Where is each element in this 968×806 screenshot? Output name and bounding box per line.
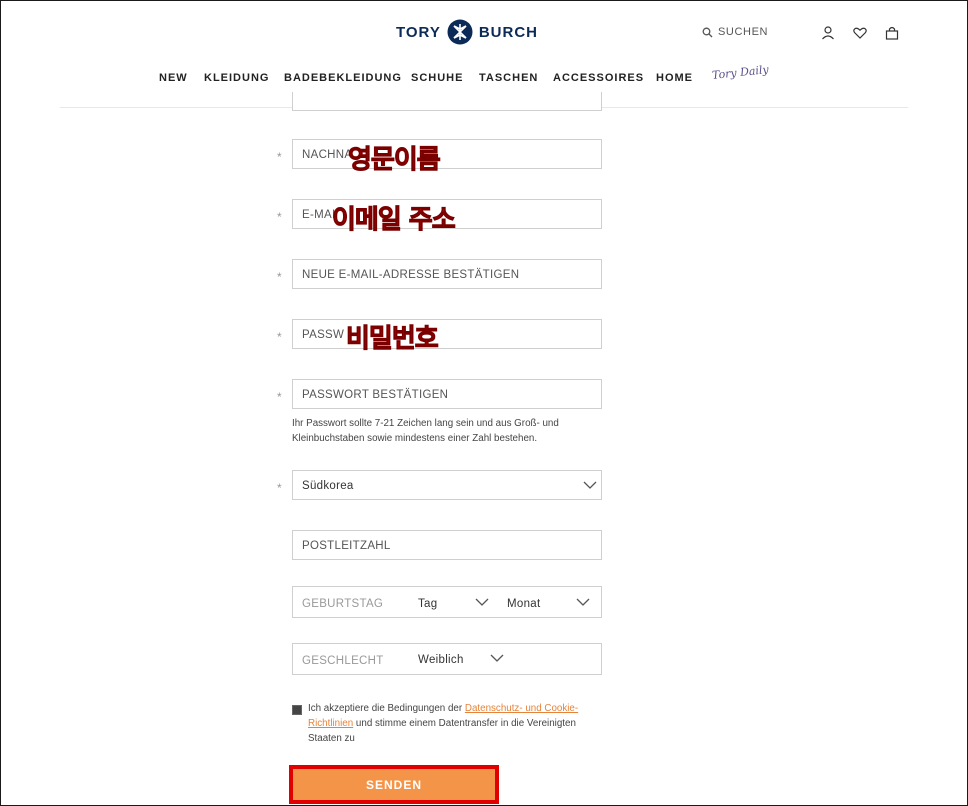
nav-item-home[interactable]: HOME xyxy=(656,72,693,84)
bag-icon[interactable] xyxy=(884,25,900,41)
lastname-field[interactable]: NACHNA xyxy=(292,139,602,169)
account-icon[interactable] xyxy=(820,25,836,41)
consent-text: Ich akzeptiere die Bedingungen der Daten… xyxy=(308,701,598,746)
chevron-down-icon xyxy=(490,654,504,662)
password-field[interactable]: PASSW xyxy=(292,319,602,349)
birthday-month-select[interactable]: Monat xyxy=(507,598,540,610)
chevron-down-icon xyxy=(576,598,590,606)
required-mark: * xyxy=(277,330,282,344)
firstname-field[interactable] xyxy=(292,92,602,111)
email-annotation: 이메일 주소 xyxy=(332,205,457,236)
consent-checkbox[interactable] xyxy=(292,705,302,715)
birthday-label: GEBURTSTAG xyxy=(302,598,384,610)
consent-text-before: Ich akzeptiere die Bedingungen der xyxy=(308,703,465,714)
country-value: Südkorea xyxy=(302,480,354,492)
lastname-annotation: 영문이름 xyxy=(348,145,442,176)
birthday-day-select[interactable]: Tag xyxy=(418,598,437,610)
nav-item-kleidung[interactable]: KLEIDUNG xyxy=(204,72,269,84)
gender-label: GESCHLECHT xyxy=(302,655,384,667)
password-annotation: 비밀번호 xyxy=(346,324,440,355)
brand-logo[interactable]: TORY BURCH xyxy=(396,18,538,46)
password-placeholder: PASSW xyxy=(302,329,345,341)
nav-item-accessoires[interactable]: ACCESSOIRES xyxy=(553,72,644,84)
nav-item-new[interactable]: NEW xyxy=(159,72,188,84)
password-confirm-placeholder: PASSWORT BESTÄTIGEN xyxy=(302,389,449,401)
chevron-down-icon xyxy=(583,481,597,489)
required-mark: * xyxy=(277,481,282,495)
search-button[interactable]: SUCHEN xyxy=(702,26,768,38)
required-mark: * xyxy=(277,390,282,404)
email-confirm-placeholder: NEUE E-MAIL-ADRESSE BESTÄTIGEN xyxy=(302,269,520,281)
main-nav: NEW KLEIDUNG BADEBEKLEIDUNG SCHUHE TASCH… xyxy=(0,72,968,88)
nav-item-schuhe[interactable]: SCHUHE xyxy=(411,72,463,84)
nav-item-taschen[interactable]: TASCHEN xyxy=(479,72,538,84)
brand-name-left: TORY xyxy=(396,23,441,41)
postcode-field[interactable]: POSTLEITZAHL xyxy=(292,530,602,560)
brand-name-right: BURCH xyxy=(478,23,539,41)
search-icon xyxy=(702,27,713,37)
required-mark: * xyxy=(277,270,282,284)
flag-icon[interactable] xyxy=(788,28,804,39)
email-confirm-field[interactable]: NEUE E-MAIL-ADRESSE BESTÄTIGEN xyxy=(292,259,602,289)
gender-select[interactable]: Weiblich xyxy=(418,654,464,666)
chevron-down-icon xyxy=(475,598,489,606)
wishlist-icon[interactable] xyxy=(852,25,868,41)
nav-item-badebekleidung[interactable]: BADEBEKLEIDUNG xyxy=(284,72,402,84)
highlight-box xyxy=(289,765,499,804)
email-placeholder: E-MAI xyxy=(302,209,336,221)
password-hint: Ihr Passwort sollte 7-21 Zeichen lang se… xyxy=(292,418,559,444)
password-confirm-field[interactable]: PASSWORT BESTÄTIGEN xyxy=(292,379,602,409)
required-mark: * xyxy=(277,150,282,164)
birthday-field: GEBURTSTAG Tag Monat xyxy=(292,586,602,618)
tory-burch-emblem-icon xyxy=(447,19,473,45)
postcode-placeholder: POSTLEITZAHL xyxy=(302,540,391,552)
required-mark: * xyxy=(277,210,282,224)
country-select[interactable]: Südkorea xyxy=(292,470,602,500)
search-label: SUCHEN xyxy=(718,26,769,38)
lastname-placeholder: NACHNA xyxy=(302,149,353,161)
gender-field: GESCHLECHT Weiblich xyxy=(292,643,602,675)
